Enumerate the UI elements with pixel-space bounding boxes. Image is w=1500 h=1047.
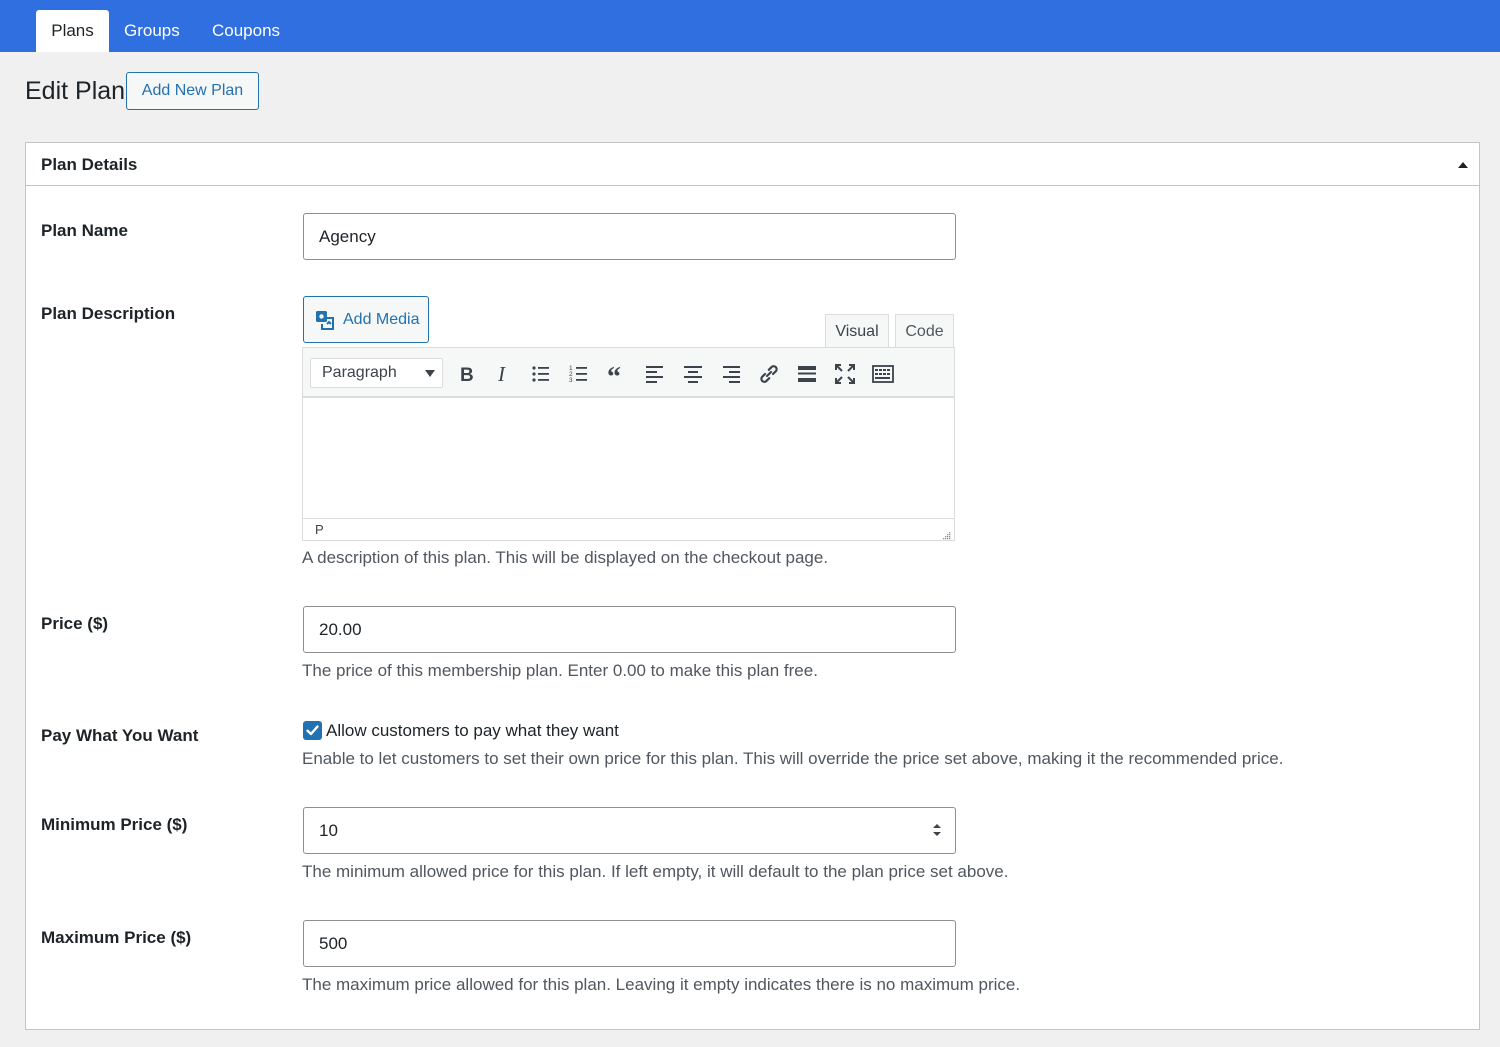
editor-toolbar: Paragraph B I 1 2 3 “ bbox=[303, 348, 954, 398]
panel-header: Plan Details bbox=[26, 143, 1479, 186]
svg-text:I: I bbox=[497, 362, 506, 386]
bullet-list-icon[interactable] bbox=[528, 361, 554, 387]
number-spinner-icon[interactable] bbox=[932, 822, 942, 838]
align-right-icon[interactable] bbox=[718, 361, 744, 387]
tab-plans[interactable]: Plans bbox=[36, 10, 109, 52]
caret-down-icon bbox=[425, 370, 435, 377]
price-input[interactable] bbox=[303, 606, 956, 653]
italic-icon[interactable]: I bbox=[490, 361, 516, 387]
element-path[interactable]: P bbox=[315, 522, 324, 538]
minimum-price-help: The minimum allowed price for this plan.… bbox=[302, 862, 1009, 881]
editor-tab-code[interactable]: Code bbox=[895, 314, 954, 348]
link-icon[interactable] bbox=[756, 361, 782, 387]
panel-title: Plan Details bbox=[41, 155, 138, 174]
add-media-label: Add Media bbox=[343, 311, 420, 328]
plan-description-help: A description of this plan. This will be… bbox=[302, 548, 829, 567]
pay-what-you-want-label: Pay What You Want bbox=[41, 726, 199, 745]
media-icon bbox=[315, 310, 335, 330]
price-help: The price of this membership plan. Enter… bbox=[302, 661, 818, 680]
maximum-price-label: Maximum Price ($) bbox=[41, 928, 192, 947]
plan-name-input[interactable] bbox=[303, 213, 956, 260]
price-label: Price ($) bbox=[41, 614, 109, 633]
maximum-price-input[interactable] bbox=[303, 920, 956, 967]
format-select-value: Paragraph bbox=[322, 364, 397, 381]
bold-icon[interactable]: B bbox=[452, 361, 478, 387]
fullscreen-icon[interactable] bbox=[832, 361, 858, 387]
pay-what-you-want-help: Enable to let customers to set their own… bbox=[302, 749, 1284, 768]
page-title: Edit Plan bbox=[25, 77, 126, 105]
add-new-plan-button[interactable]: Add New Plan bbox=[126, 72, 259, 110]
read-more-icon[interactable] bbox=[794, 361, 820, 387]
align-center-icon[interactable] bbox=[680, 361, 706, 387]
tab-groups[interactable]: Groups bbox=[124, 10, 194, 52]
minimum-price-input[interactable] bbox=[303, 807, 956, 854]
editor-statusbar: P bbox=[303, 518, 954, 540]
editor-tab-visual[interactable]: Visual bbox=[825, 314, 889, 348]
pay-what-you-want-checkbox-label[interactable]: Allow customers to pay what they want bbox=[326, 720, 619, 742]
plan-name-label: Plan Name bbox=[41, 221, 128, 240]
numbered-list-icon[interactable]: 1 2 3 bbox=[566, 361, 592, 387]
pay-what-you-want-checkbox[interactable] bbox=[303, 721, 322, 740]
triangle-up-icon[interactable] bbox=[1457, 158, 1469, 170]
plan-details-panel: Plan Details Plan Name Plan Description … bbox=[25, 142, 1480, 1030]
align-left-icon[interactable] bbox=[642, 361, 668, 387]
add-media-button[interactable]: Add Media bbox=[303, 296, 429, 343]
plan-description-label: Plan Description bbox=[41, 304, 176, 323]
tab-coupons[interactable]: Coupons bbox=[212, 10, 292, 52]
editor-content-area[interactable] bbox=[303, 400, 954, 518]
minimum-price-label: Minimum Price ($) bbox=[41, 815, 188, 834]
blockquote-icon[interactable]: “ bbox=[604, 361, 630, 393]
minimum-price-field bbox=[303, 807, 956, 854]
maximum-price-help: The maximum price allowed for this plan.… bbox=[302, 975, 1021, 994]
svg-text:“: “ bbox=[607, 362, 621, 387]
toolbar-toggle-icon[interactable] bbox=[870, 361, 896, 387]
resize-handle-icon[interactable] bbox=[941, 527, 951, 540]
top-nav-bar: Plans Groups Coupons bbox=[0, 0, 1500, 52]
svg-text:3: 3 bbox=[569, 377, 573, 384]
description-editor: Paragraph B I 1 2 3 “ P bbox=[302, 347, 955, 541]
format-select[interactable]: Paragraph bbox=[310, 358, 443, 388]
svg-text:B: B bbox=[460, 365, 474, 386]
